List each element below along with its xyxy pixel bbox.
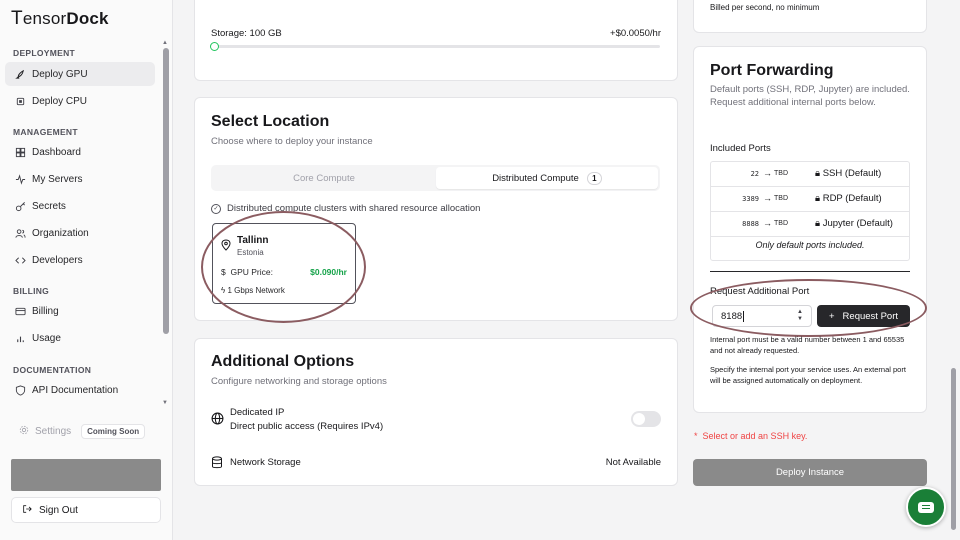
- sidebar-item-dashboard[interactable]: Dashboard: [5, 140, 155, 164]
- sign-out-button[interactable]: Sign Out: [11, 497, 161, 523]
- bar-chart-icon: [14, 332, 26, 344]
- request-port-label: Request Additional Port: [710, 286, 810, 297]
- rocket-icon: [14, 68, 26, 80]
- table-row: 3389 → TBD 🔒︎ RDP (Default): [711, 187, 909, 212]
- globe-icon: [211, 412, 224, 428]
- sidebar-item-secrets[interactable]: Secrets: [5, 194, 155, 218]
- network-storage-title: Network Storage: [230, 457, 301, 468]
- compute-type-tabs: Core Compute Distributed Compute 1: [211, 165, 660, 191]
- database-icon: [211, 456, 223, 472]
- location-city: Tallinn: [237, 235, 269, 246]
- users-icon: [14, 227, 26, 239]
- sidebar-item-my-servers[interactable]: My Servers: [5, 167, 155, 191]
- only-default-ports-note: Only default ports included.: [755, 240, 865, 250]
- key-icon: [14, 200, 26, 212]
- billing-note: Billed per second, no minimum: [710, 3, 820, 12]
- sidebar-item-deploy-gpu[interactable]: Deploy GPU: [5, 62, 155, 86]
- activity-icon: [14, 173, 26, 185]
- lock-icon: 🔒︎: [815, 193, 821, 204]
- sidebar-item-deploy-cpu[interactable]: Deploy CPU: [5, 89, 155, 113]
- select-location-subtitle: Choose where to deploy your instance: [211, 136, 373, 147]
- gpu-price-value: $0.090/hr: [310, 267, 347, 277]
- cpu-icon: [14, 95, 26, 107]
- sidebar-nav: DEPLOYMENT Deploy GPU Deploy CPU MANAGEM…: [0, 38, 172, 408]
- check-circle-icon: ✓: [211, 203, 221, 214]
- sidebar: TensorDock DEPLOYMENT Deploy GPU Deploy …: [0, 0, 173, 540]
- deploy-instance-button[interactable]: Deploy Instance: [693, 459, 927, 486]
- gpu-price-label: $ GPU Price:: [221, 267, 273, 277]
- storage-price: +$0.0050/hr: [610, 28, 661, 39]
- distributed-note: ✓ Distributed compute clusters with shar…: [211, 203, 480, 214]
- request-port-button[interactable]: + Request Port: [817, 305, 910, 327]
- dedicated-ip-title: Dedicated IP: [230, 407, 285, 418]
- table-row: 22 → TBD 🔒︎ SSH (Default): [711, 162, 909, 187]
- storage-slider-thumb[interactable]: [210, 42, 219, 51]
- table-row: 8888 → TBD 🔒︎ Jupyter (Default): [711, 212, 909, 237]
- section-deployment: DEPLOYMENT: [13, 48, 76, 58]
- gear-icon: [19, 425, 29, 438]
- map-pin-icon: [221, 239, 231, 254]
- network-speed: ϟ 1 Gbps Network: [221, 286, 285, 295]
- sidebar-item-api-documentation[interactable]: API Documentation: [5, 378, 155, 402]
- port-stepper-icon[interactable]: ▲ ▼: [797, 309, 803, 323]
- tab-distributed-compute[interactable]: Distributed Compute 1: [436, 167, 658, 189]
- divider: [710, 271, 910, 272]
- arrow-right-icon: →: [763, 193, 772, 203]
- section-documentation: DOCUMENTATION: [13, 365, 92, 375]
- storage-card: [194, 0, 678, 81]
- lock-icon: 🔒︎: [815, 218, 821, 229]
- lock-icon: 🔒︎: [815, 168, 821, 179]
- location-card-tallinn[interactable]: Tallinn Estonia $ GPU Price: $0.090/hr ϟ…: [212, 223, 356, 304]
- additional-options-subtitle: Configure networking and storage options: [211, 376, 387, 387]
- port-validation-text: Internal port must be a valid number bet…: [710, 335, 905, 355]
- sidebar-item-usage[interactable]: Usage: [5, 326, 155, 350]
- arrow-right-icon: →: [763, 168, 772, 178]
- port-help-text: Specify the internal port your service u…: [710, 365, 906, 385]
- lightning-icon: ϟ: [221, 286, 226, 295]
- ssh-key-warning: * Select or add an SSH key.: [694, 431, 808, 441]
- section-management: MANAGEMENT: [13, 127, 78, 137]
- credit-card-icon: [14, 305, 26, 317]
- sidebar-item-organization[interactable]: Organization: [5, 221, 155, 245]
- dollar-icon: $: [221, 267, 226, 277]
- main-scrollbar[interactable]: [951, 368, 956, 530]
- included-ports-label: Included Ports: [710, 143, 771, 154]
- distributed-count-badge: 1: [586, 171, 602, 185]
- log-out-icon: [22, 504, 32, 517]
- sidebar-scrollbar[interactable]: [163, 48, 169, 334]
- storage-label: Storage: 100 GB: [211, 28, 282, 39]
- dashboard-icon: [14, 146, 26, 158]
- scroll-down-arrow-icon[interactable]: ▼: [162, 400, 168, 406]
- sidebar-item-developers[interactable]: Developers: [5, 248, 155, 272]
- user-profile-placeholder: [11, 459, 161, 491]
- dedicated-ip-toggle[interactable]: [631, 411, 661, 427]
- section-billing: BILLING: [13, 286, 50, 296]
- tab-core-compute[interactable]: Core Compute: [213, 167, 435, 189]
- port-number-input[interactable]: 8188 ▲ ▼: [712, 305, 812, 327]
- scroll-up-arrow-icon[interactable]: ▲: [162, 40, 168, 46]
- select-location-title: Select Location: [211, 113, 330, 130]
- chat-icon: [918, 501, 934, 513]
- sidebar-item-billing[interactable]: Billing: [5, 299, 155, 323]
- chat-support-button[interactable]: [906, 487, 946, 527]
- additional-options-title: Additional Options: [211, 353, 355, 370]
- settings-item: Settings Coming Soon: [19, 424, 146, 439]
- plus-icon: +: [828, 310, 835, 322]
- code-icon: [14, 254, 26, 266]
- port-forwarding-description: Default ports (SSH, RDP, Jupyter) are in…: [710, 84, 910, 108]
- arrow-right-icon: →: [763, 218, 772, 228]
- dedicated-ip-description: Direct public access (Requires IPv4): [230, 421, 384, 432]
- shield-icon: [14, 384, 26, 396]
- coming-soon-badge: Coming Soon: [81, 424, 146, 439]
- network-storage-status: Not Available: [605, 457, 661, 468]
- location-country: Estonia: [237, 248, 264, 257]
- included-ports-table: 22 → TBD 🔒︎ SSH (Default) 3389 → TBD 🔒︎ …: [710, 161, 910, 261]
- port-forwarding-title: Port Forwarding: [710, 62, 834, 79]
- storage-slider-track[interactable]: [214, 45, 660, 48]
- tensordock-logo[interactable]: TensorDock: [11, 8, 109, 30]
